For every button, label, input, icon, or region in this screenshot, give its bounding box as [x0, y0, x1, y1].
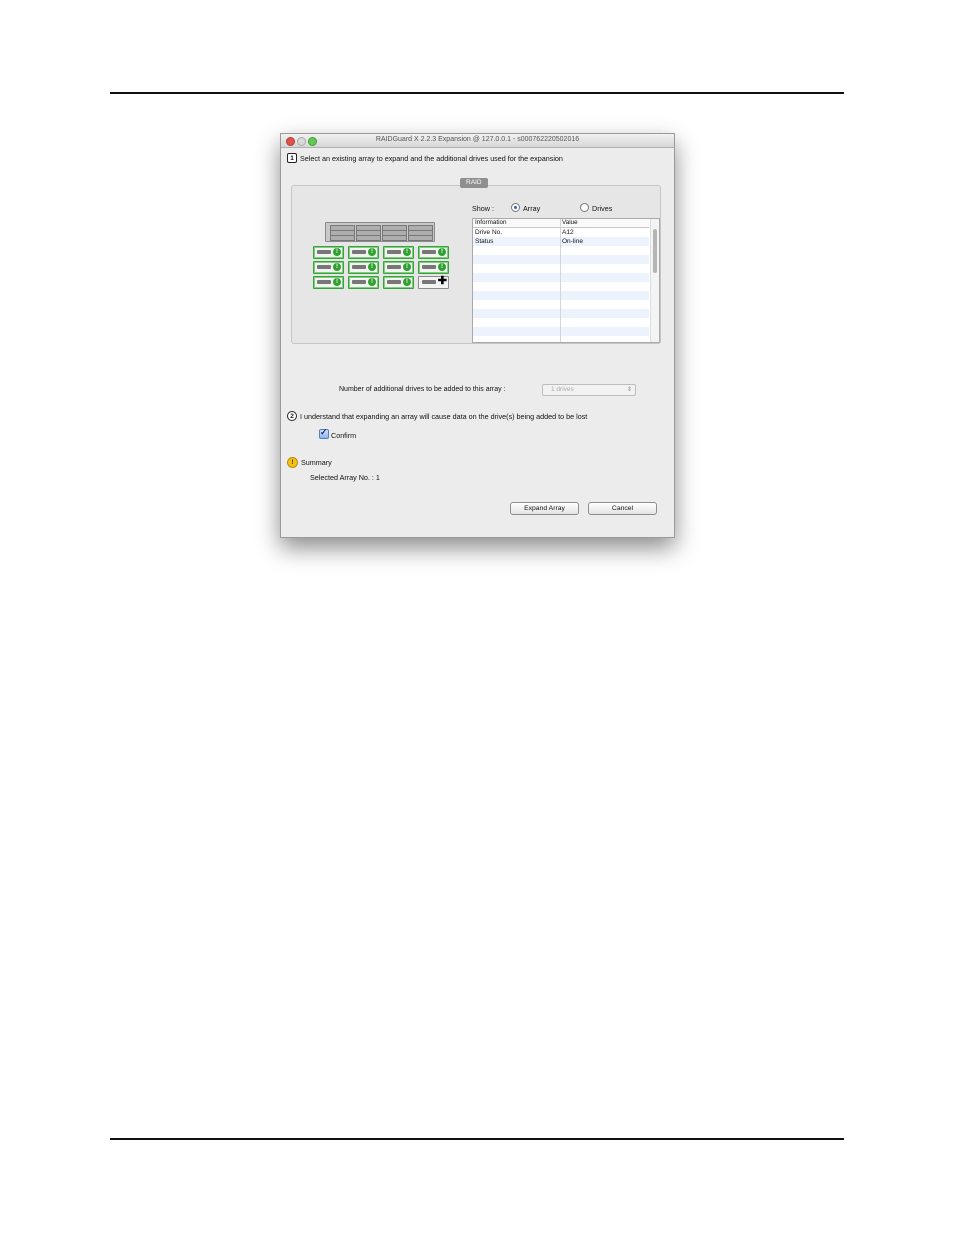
confirm-label[interactable]: Confirm — [331, 431, 356, 440]
expand-array-button[interactable]: Expand Array — [510, 502, 579, 515]
header-information[interactable]: Information — [475, 219, 507, 226]
table-row[interactable] — [473, 246, 649, 255]
drive-bay-12[interactable]: ✚ — [418, 275, 449, 289]
drive-bay-5[interactable]: ! — [313, 261, 344, 274]
drive-slot-icon — [317, 250, 331, 254]
drive-bay-8[interactable]: ! — [418, 261, 449, 274]
page-top-rule — [110, 92, 844, 94]
additional-drives-select[interactable]: 1 drives ⇕ — [542, 384, 636, 396]
table-row[interactable] — [473, 336, 649, 342]
drive-bay-4[interactable]: ! — [418, 246, 449, 259]
drive-bay-2[interactable]: ! — [348, 246, 379, 259]
drive-slot-icon — [387, 280, 401, 284]
step-1-text: Select an existing array to expand and t… — [300, 153, 563, 163]
column-separator — [560, 219, 561, 342]
raid-enclosure-icon — [325, 222, 435, 242]
window-title: RAIDGuard X 2.2.3 Expansion @ 127.0.0.1 … — [375, 136, 580, 143]
drive-status-icon: ! — [368, 278, 376, 286]
drive-status-icon: ! — [368, 263, 376, 271]
drive-slot-icon — [422, 265, 436, 269]
radio-array[interactable] — [511, 203, 520, 212]
summary-detail: Selected Array No. : 1 — [310, 473, 380, 482]
additional-drives-value: 1 drives — [551, 386, 574, 393]
drive-slot-icon — [352, 250, 366, 254]
drive-status-icon: ! — [333, 248, 341, 256]
drive-bay-11[interactable]: ! — [383, 276, 414, 289]
drive-status-icon: ! — [403, 278, 411, 286]
drive-bay-3[interactable]: ! — [383, 246, 414, 259]
table-cell-information: Drive No. — [475, 229, 503, 236]
drive-status-icon: ! — [403, 248, 411, 256]
expansion-window: RAIDGuard X 2.2.3 Expansion @ 127.0.0.1 … — [280, 133, 675, 538]
drive-slot-icon — [387, 265, 401, 269]
table-cell-information: Status — [475, 238, 494, 245]
select-arrows-icon: ⇕ — [626, 387, 632, 393]
radio-drives-label[interactable]: Drives — [592, 204, 612, 213]
summary-title: Summary — [301, 458, 332, 467]
info-table: Information Value Drive No. A12 Status On-l… — [472, 218, 660, 343]
drive-slot-icon — [387, 250, 401, 254]
drive-slot-icon — [422, 250, 436, 254]
radio-drives[interactable] — [580, 203, 589, 212]
confirm-checkbox[interactable] — [319, 427, 329, 439]
table-row[interactable] — [473, 327, 649, 336]
table-row[interactable] — [473, 318, 649, 327]
table-row[interactable] — [473, 264, 649, 273]
table-row[interactable] — [473, 309, 649, 318]
step-1: 1 Select an existing array to expand and… — [287, 153, 563, 163]
warning-icon: ! — [287, 457, 298, 468]
drive-status-icon: ! — [438, 248, 446, 256]
drive-bay-1[interactable]: ! — [313, 246, 344, 259]
summary-heading: ! Summary — [287, 457, 332, 468]
info-table-header[interactable]: Information Value — [473, 219, 649, 228]
table-scroll-thumb[interactable] — [653, 229, 657, 273]
header-value[interactable]: Value — [562, 219, 578, 226]
drive-bay-6[interactable]: ! — [348, 261, 379, 274]
drive-slot-icon — [352, 265, 366, 269]
drive-bay-10[interactable]: ! — [348, 276, 379, 289]
step-1-number-icon: 1 — [287, 153, 297, 163]
table-row[interactable] — [473, 282, 649, 291]
step-2: 2 I understand that expanding an array w… — [287, 411, 587, 421]
show-label: Show : — [472, 204, 494, 213]
cancel-button[interactable]: Cancel — [588, 502, 657, 515]
drive-slot-icon — [422, 280, 436, 284]
drive-status-icon: ! — [438, 263, 446, 271]
table-row[interactable] — [473, 273, 649, 282]
drive-status-icon: ! — [368, 248, 376, 256]
table-row[interactable] — [473, 255, 649, 264]
table-cell-value: A12 — [562, 229, 574, 236]
add-drive-icon: ✚ — [437, 275, 447, 287]
table-row[interactable]: Status On-line — [473, 237, 649, 246]
table-row[interactable] — [473, 300, 649, 309]
drive-status-icon: ! — [403, 263, 411, 271]
drive-bay-9[interactable]: ! — [313, 276, 344, 289]
table-scrollbar[interactable] — [650, 219, 659, 342]
page-bottom-rule — [110, 1138, 844, 1140]
radio-array-label[interactable]: Array — [523, 204, 540, 213]
table-row[interactable]: Drive No. A12 — [473, 228, 649, 237]
step-2-text: I understand that expanding an array wil… — [300, 411, 588, 421]
drive-status-icon: ! — [333, 263, 341, 271]
drive-status-icon: ! — [333, 278, 341, 286]
drive-bay-7[interactable]: ! — [383, 261, 414, 274]
drive-slot-icon — [317, 280, 331, 284]
title-bar[interactable]: RAIDGuard X 2.2.3 Expansion @ 127.0.0.1 … — [281, 134, 674, 148]
tab-raid[interactable]: RAID — [460, 178, 488, 188]
additional-drives-label: Number of additional drives to be added … — [339, 386, 506, 393]
drive-slot-icon — [317, 265, 331, 269]
table-cell-value: On-line — [562, 238, 583, 245]
step-2-number-icon: 2 — [287, 411, 297, 421]
drive-slot-icon — [352, 280, 366, 284]
table-row[interactable] — [473, 291, 649, 300]
